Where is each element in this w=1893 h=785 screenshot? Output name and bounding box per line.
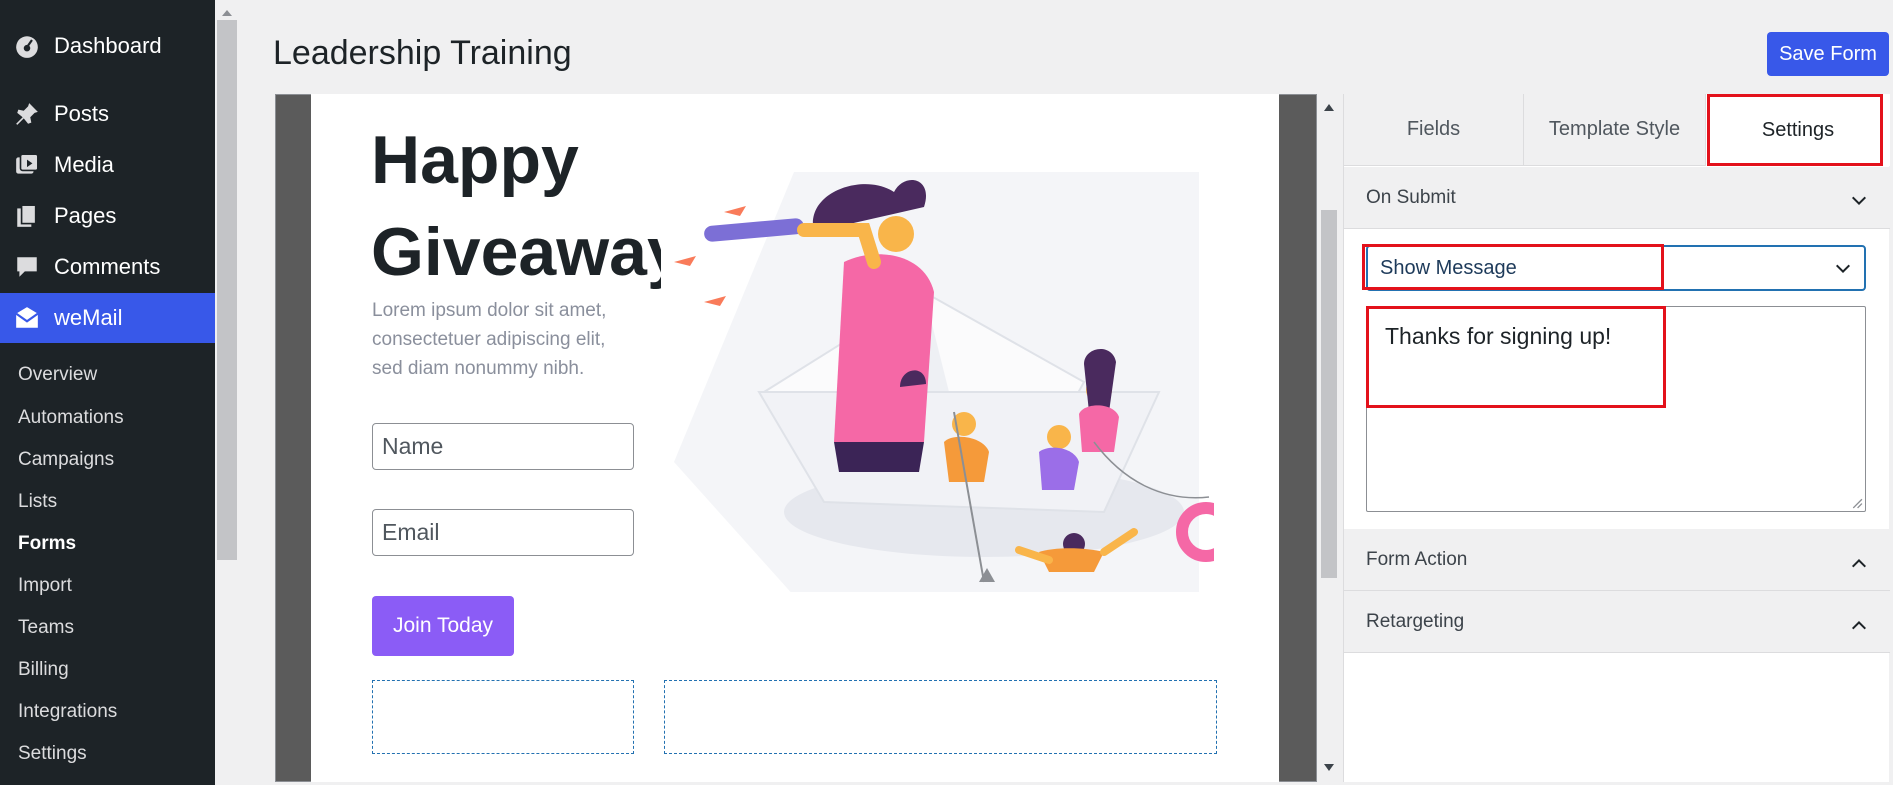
submenu-overview[interactable]: Overview xyxy=(18,364,97,386)
comment-icon xyxy=(17,257,37,277)
submenu-campaigns[interactable]: Campaigns xyxy=(18,449,114,471)
save-form-button[interactable]: Save Form xyxy=(1767,32,1889,76)
form-body-text: Lorem ipsum dolor sit amet, consectetuer… xyxy=(372,300,607,379)
submenu-billing[interactable]: Billing xyxy=(18,659,69,681)
menu-label: Dashboard xyxy=(54,33,162,58)
empty-drop-zone[interactable] xyxy=(664,680,1217,754)
headline-line-1: Happy xyxy=(371,122,579,198)
chevron-down-icon xyxy=(1851,196,1867,206)
menu-posts[interactable]: Posts xyxy=(0,89,215,139)
submenu-teams[interactable]: Teams xyxy=(18,617,74,639)
media-icon xyxy=(16,153,39,174)
chevron-down-icon xyxy=(1835,264,1851,274)
tab-fields[interactable]: Fields xyxy=(1344,94,1524,166)
tab-template-style[interactable]: Template Style xyxy=(1524,94,1706,166)
resize-handle-icon[interactable] xyxy=(1850,496,1863,509)
retargeting-section-header[interactable]: Retargeting xyxy=(1344,591,1890,653)
section-title: On Submit xyxy=(1366,186,1456,208)
menu-label: weMail xyxy=(54,305,123,330)
menu-label: Pages xyxy=(54,203,117,228)
page-title: Leadership Training xyxy=(273,34,572,72)
admin-sidebar: Dashboard Posts Media Pages Comments weM… xyxy=(0,0,215,785)
submenu-forms[interactable]: Forms xyxy=(18,533,76,555)
section-title: Form Action xyxy=(1366,548,1468,570)
menu-wemail[interactable]: weMail xyxy=(0,293,215,343)
chevron-up-icon xyxy=(1851,620,1867,630)
menu-media[interactable]: Media xyxy=(0,140,215,190)
empty-drop-zone[interactable] xyxy=(372,680,634,754)
submenu-integrations[interactable]: Integrations xyxy=(18,701,117,723)
menu-label: Comments xyxy=(54,254,161,279)
menu-dashboard[interactable]: Dashboard xyxy=(0,21,215,71)
submenu-settings[interactable]: Settings xyxy=(18,743,87,765)
email-input[interactable]: Email xyxy=(372,509,634,556)
section-title: Retargeting xyxy=(1366,610,1465,632)
dashboard-icon xyxy=(16,36,38,58)
preview-scrollbar-thumb[interactable] xyxy=(1321,210,1337,578)
chevron-up-icon xyxy=(1851,558,1867,568)
submenu-import[interactable]: Import xyxy=(18,575,72,597)
scroll-down-arrow-icon[interactable] xyxy=(1324,764,1334,771)
menu-label: Media xyxy=(54,152,114,177)
form-headline: Happy Giveaway xyxy=(371,114,661,304)
form-action-section-header[interactable]: Form Action xyxy=(1344,529,1890,591)
envelope-icon xyxy=(15,307,39,328)
scroll-up-arrow-icon[interactable] xyxy=(222,10,232,16)
pages-icon xyxy=(17,204,37,227)
submenu-automations[interactable]: Automations xyxy=(18,407,124,429)
submenu-lists[interactable]: Lists xyxy=(18,491,57,513)
join-today-button[interactable]: Join Today xyxy=(372,596,514,656)
menu-label: Posts xyxy=(54,101,110,126)
highlight-box-message xyxy=(1366,306,1666,408)
highlight-box-settings-tab xyxy=(1707,94,1883,166)
scroll-up-arrow-icon[interactable] xyxy=(1324,104,1334,111)
form-preview-card: Happy Giveaway Lorem ipsum dolor sit ame… xyxy=(311,94,1279,782)
menu-comments[interactable]: Comments xyxy=(0,242,215,292)
page-scrollbar-thumb[interactable] xyxy=(217,20,237,560)
name-input[interactable]: Name xyxy=(372,423,634,470)
menu-pages[interactable]: Pages xyxy=(0,191,215,241)
pin-icon xyxy=(16,103,38,125)
highlight-box-show-message xyxy=(1362,244,1664,290)
headline-line-2: Giveaway xyxy=(371,214,661,290)
boat-illustration xyxy=(674,172,1214,592)
on-submit-section-header[interactable]: On Submit xyxy=(1344,167,1890,229)
